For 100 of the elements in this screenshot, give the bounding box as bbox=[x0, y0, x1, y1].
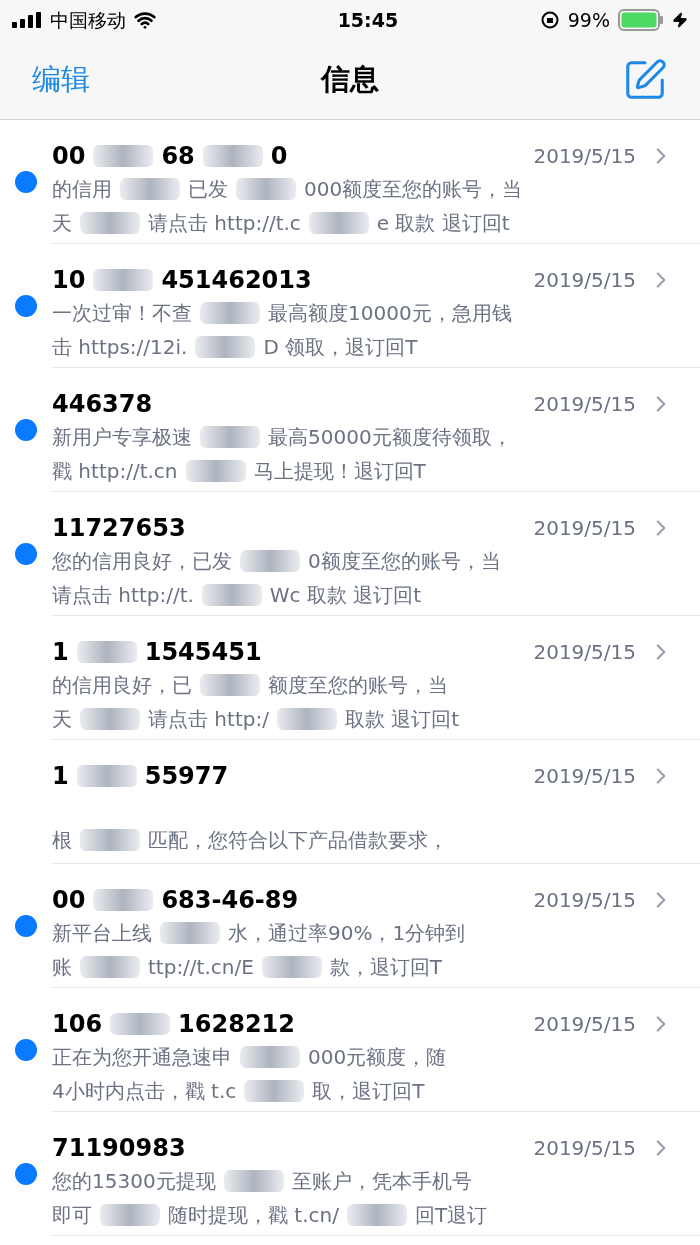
scribble-mark bbox=[276, 708, 337, 730]
scribble-mark bbox=[346, 1204, 407, 1226]
message-preview: D 领取，退订回T bbox=[263, 334, 418, 361]
scribble-mark bbox=[202, 145, 263, 167]
message-date: 2019/5/15 bbox=[533, 515, 636, 542]
message-row[interactable]: 00 68 0 2019/5/15 的信用 已发 000额度至您的账号，当 天 请点击 http://t.c e 取款 退订回t bbox=[0, 120, 700, 244]
message-preview: 取款 退订回t bbox=[344, 706, 460, 733]
message-preview: 您的信用良好，已发 bbox=[52, 548, 232, 575]
message-preview: 的信用良好，已 bbox=[52, 672, 192, 699]
message-preview: 正在为您开通急速申 bbox=[52, 1044, 232, 1071]
message-date: 2019/5/15 bbox=[533, 639, 636, 666]
message-preview: 击 https://12i. bbox=[52, 334, 188, 361]
scribble-mark bbox=[76, 641, 137, 663]
scribble-mark bbox=[93, 269, 154, 291]
sender-name: 106 bbox=[52, 1009, 103, 1040]
sender-name: 11727653 bbox=[52, 513, 186, 544]
scribble-mark bbox=[80, 708, 140, 730]
message-preview: 新用户专享极速 bbox=[52, 424, 192, 451]
sender-name: 0 bbox=[270, 141, 288, 172]
scribble-mark bbox=[120, 178, 180, 200]
message-date: 2019/5/15 bbox=[533, 1011, 636, 1038]
scribble-mark bbox=[240, 1046, 300, 1068]
message-preview: ttp://t.cn/E bbox=[148, 954, 254, 981]
message-row[interactable]: 71190983 2019/5/15 您的15300元提现 至账户，凭本手机号 即可 随时提现，戳 t.cn/ 回T退订 bbox=[0, 1112, 700, 1236]
sender-name: 1 bbox=[52, 637, 69, 668]
message-preview: 取，退订回T bbox=[312, 1078, 425, 1105]
scribble-mark bbox=[76, 765, 137, 787]
scribble-mark bbox=[261, 956, 322, 978]
sender-name: 451462013 bbox=[161, 265, 312, 296]
message-row[interactable]: 1 1545451 2019/5/15 的信用良好，已 额度至您的账号，当 天 请点击 http:/ 取款 退订回t bbox=[0, 616, 700, 740]
scribble-mark bbox=[80, 829, 140, 851]
sender-name: 55977 bbox=[144, 761, 229, 792]
sender-name: 1 bbox=[52, 761, 69, 792]
scribble-mark bbox=[80, 956, 140, 978]
message-row[interactable]: 446378 2019/5/15 新用户专享极速 最高50000元额度待领取， 戳 http://t.cn 马上提现！退订回T bbox=[0, 368, 700, 492]
message-preview: 4小时内点击，戳 t.c bbox=[52, 1078, 237, 1105]
message-preview: 新平台上线 bbox=[52, 920, 152, 947]
scribble-mark bbox=[110, 1013, 171, 1035]
message-preview: 最高额度10000元，急用钱 bbox=[268, 300, 512, 327]
sender-name: 1545451 bbox=[144, 637, 262, 668]
battery-icon bbox=[618, 9, 664, 31]
carrier-name: 中国移动 bbox=[50, 7, 126, 33]
message-preview: 0额度至您的账号，当 bbox=[308, 548, 501, 575]
charging-icon bbox=[672, 12, 688, 28]
sender-name: 10 bbox=[52, 265, 86, 296]
scribble-mark bbox=[80, 212, 140, 234]
message-row[interactable]: 10 451462013 2019/5/15 一次过审！不查 最高额度10000元，急用钱 击 https://12i. D 领取，退订回T bbox=[0, 244, 700, 368]
message-row[interactable]: 00 683-46-89 2019/5/15 新平台上线 水，通过率90%，1分钟到 账 ttp://t.cn/E 款，退订回T bbox=[0, 864, 700, 988]
message-preview: Wc 取款 退订回t bbox=[269, 582, 422, 609]
message-preview: 戳 http://t.cn bbox=[52, 458, 178, 485]
message-row[interactable]: 106 1628212 2019/5/15 正在为您开通急速申 000元额度，随 4小时内点击，戳 t.c 取，退订回T bbox=[0, 988, 700, 1112]
scribble-mark bbox=[93, 145, 154, 167]
sender-name: 1628212 bbox=[178, 1009, 295, 1040]
message-row[interactable]: 11727653 2019/5/15 您的信用良好，已发 0额度至您的账号，当 请点击 http://t. Wc 取款 退订回t bbox=[0, 492, 700, 616]
scribble-mark bbox=[236, 178, 296, 200]
message-preview: 000额度至您的账号，当 bbox=[304, 176, 523, 203]
rotation-lock-icon bbox=[539, 10, 560, 30]
wifi-icon bbox=[134, 9, 156, 31]
clock-time: 15:45 bbox=[337, 7, 399, 33]
sender-name: 683-46-89 bbox=[161, 885, 299, 916]
signal-icon bbox=[12, 12, 42, 28]
scribble-mark bbox=[240, 550, 300, 572]
message-preview: 回T退订 bbox=[414, 1202, 488, 1229]
message-preview: 随时提现，戳 t.cn/ bbox=[168, 1202, 339, 1229]
message-preview: 000元额度，随 bbox=[308, 1044, 447, 1071]
sender-name: 68 bbox=[161, 141, 195, 172]
message-preview: 至账户，凭本手机号 bbox=[291, 1168, 472, 1195]
message-row[interactable]: 1 55977 2019/5/15 根 匹配，您符合以下产品借款要求， bbox=[0, 740, 700, 864]
sender-name: 71190983 bbox=[52, 1133, 186, 1164]
message-preview: 匹配，您符合以下产品借款要求， bbox=[148, 827, 448, 854]
message-date: 2019/5/15 bbox=[533, 143, 636, 170]
message-preview: 已发 bbox=[188, 176, 228, 203]
scribble-mark bbox=[195, 336, 256, 358]
message-preview: 水，通过率90%，1分钟到 bbox=[228, 920, 466, 947]
page-title: 信息 bbox=[321, 60, 379, 98]
scribble-mark bbox=[160, 922, 220, 944]
message-preview: 天 bbox=[52, 706, 72, 733]
message-preview: 即可 bbox=[52, 1202, 92, 1229]
message-preview: 根 bbox=[52, 827, 72, 854]
message-preview: 天 bbox=[52, 210, 72, 237]
sender-name: 00 bbox=[52, 141, 86, 172]
scribble-mark bbox=[308, 212, 369, 234]
message-preview: 马上提现！退订回T bbox=[253, 458, 426, 485]
message-preview: 最高50000元额度待领取， bbox=[268, 424, 512, 451]
scribble-mark bbox=[200, 674, 260, 696]
message-date: 2019/5/15 bbox=[533, 391, 636, 418]
message-date: 2019/5/15 bbox=[533, 1135, 636, 1162]
message-preview: 额度至您的账号，当 bbox=[268, 672, 448, 699]
scribble-mark bbox=[200, 426, 260, 448]
scribble-mark bbox=[244, 1080, 305, 1102]
scribble-mark bbox=[223, 1170, 284, 1192]
scribble-mark bbox=[93, 889, 154, 911]
sender-name: 446378 bbox=[52, 389, 153, 420]
message-preview: 一次过审！不查 bbox=[52, 300, 192, 327]
battery-percent: 99% bbox=[567, 7, 610, 33]
message-date: 2019/5/15 bbox=[533, 267, 636, 294]
scribble-mark bbox=[201, 584, 262, 606]
message-preview: 请点击 http://t.c bbox=[148, 210, 301, 237]
message-preview: 的信用 bbox=[52, 176, 112, 203]
scribble-mark bbox=[200, 302, 260, 324]
